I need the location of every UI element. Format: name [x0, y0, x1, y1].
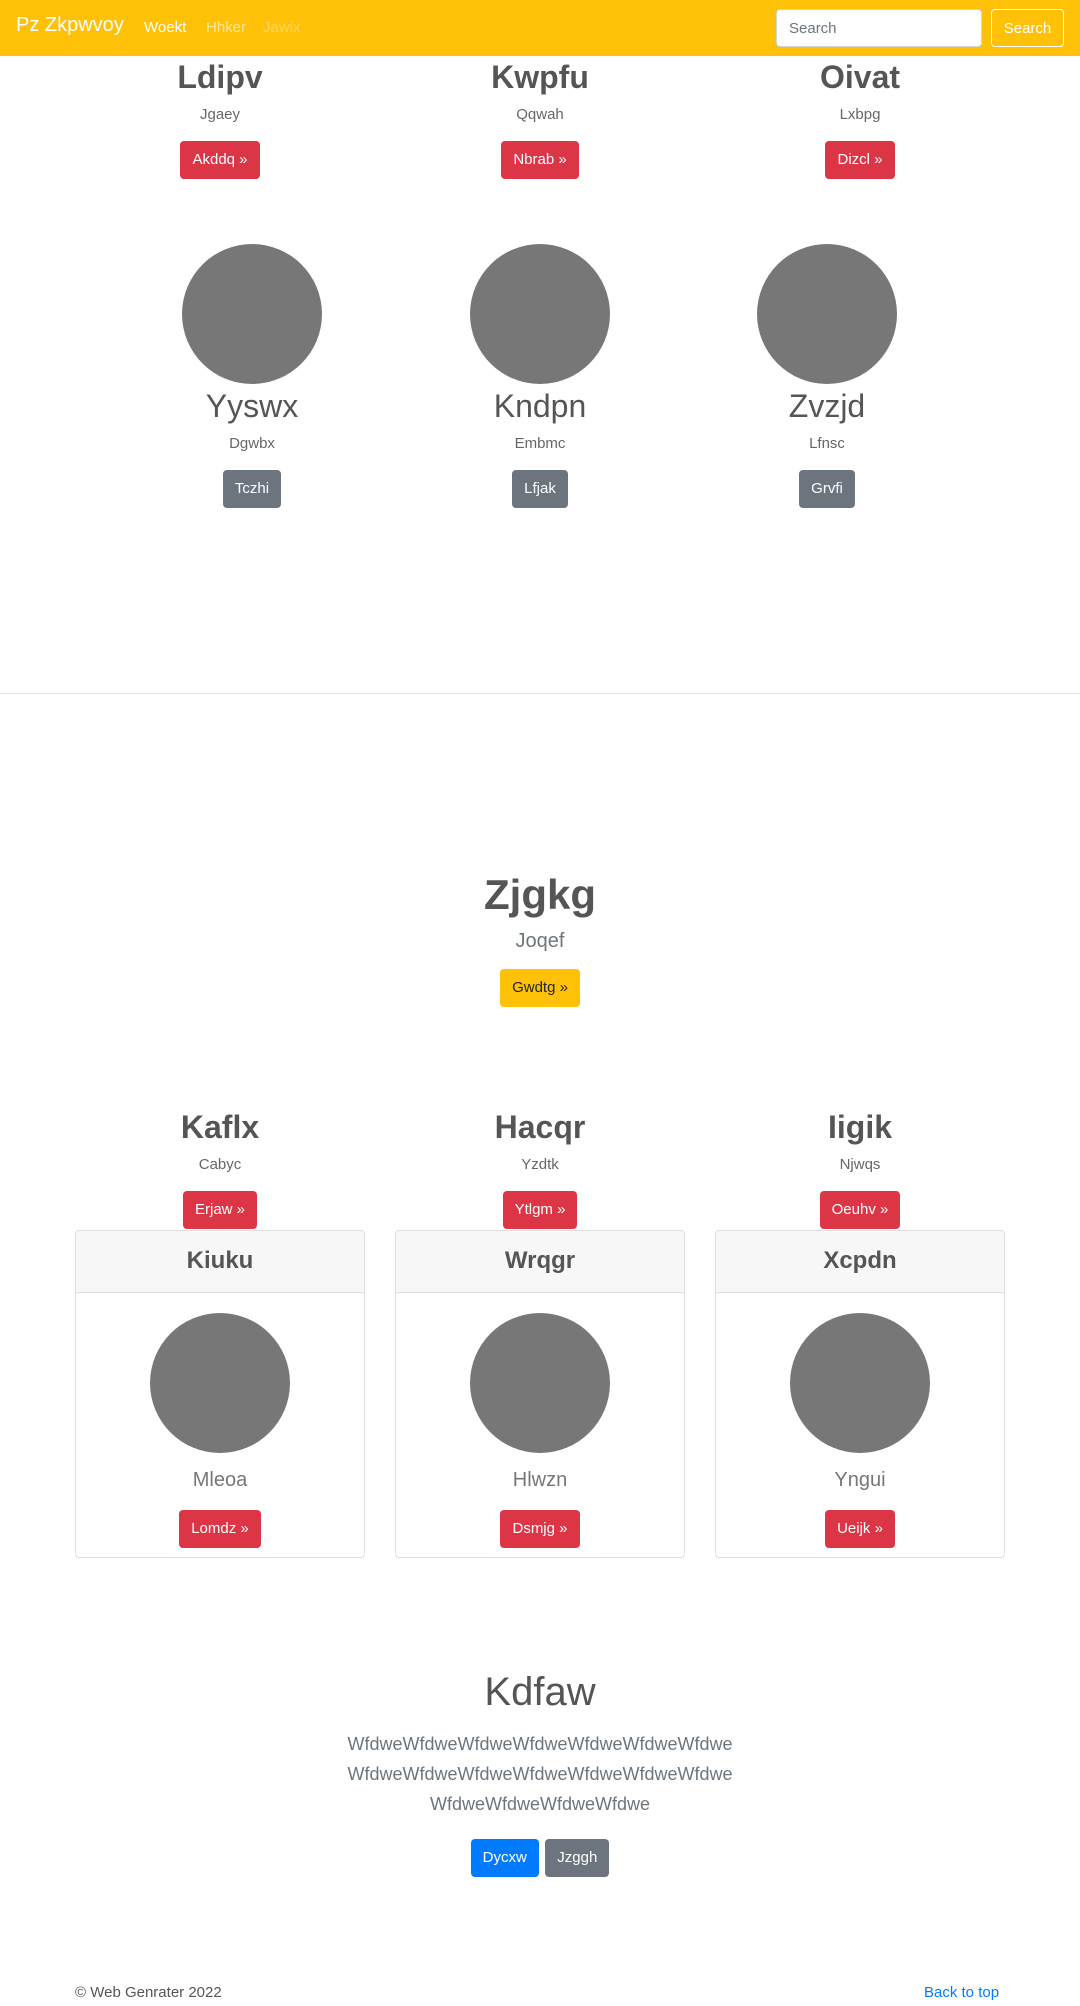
jumbotron-buttons: Dycxw Jzggh	[0, 1839, 1080, 1877]
row2-subtext: Lfnsc	[809, 435, 845, 453]
placeholder-image	[790, 1313, 930, 1453]
row1-col-1: Ldipv Jgaey Akddq »	[70, 58, 370, 180]
card-text: Hlwzn	[512, 1469, 568, 1491]
search-input[interactable]	[776, 9, 982, 47]
row1-subtext: Qqwah	[516, 106, 564, 124]
row1-col-2: Kwpfu Qqwah Nbrab »	[390, 58, 690, 180]
row3-heading: Hacqr	[494, 1109, 586, 1145]
row3-button[interactable]: Erjaw »	[182, 1191, 258, 1230]
footer-copyright: © Web Genrater 2022	[75, 1984, 222, 2001]
row1-subtext: Lxbpg	[839, 106, 881, 124]
hero-button[interactable]: Gwdtg »	[500, 969, 580, 1008]
row2-col-3: Zvzjd Lfnsc Grvfi	[677, 244, 977, 509]
hero-lead: Joqef	[515, 930, 565, 953]
placeholder-image	[470, 244, 610, 384]
row3-subtext: Njwqs	[839, 1156, 881, 1174]
nav-link-woekt[interactable]: Woekt	[144, 19, 186, 36]
row3-col-2: Hacqr Yzdtk Ytlgm »	[390, 1108, 690, 1230]
row2-heading: Kndpn	[493, 388, 587, 424]
card-2: Wrqgr Hlwzn Dsmjg »	[395, 1230, 685, 1558]
hero-section: Zjgkg Joqef Gwdtg »	[0, 870, 1080, 1008]
jumbotron-title: Kdfaw	[484, 1670, 596, 1714]
card-text: Yngui	[834, 1469, 886, 1491]
row2-heading: Yyswx	[205, 388, 299, 424]
row2-subtext: Dgwbx	[229, 435, 275, 453]
secondary-button[interactable]: Jzggh	[545, 1839, 610, 1877]
row3-heading: Iigik	[827, 1109, 892, 1145]
card-button[interactable]: Dsmjg »	[500, 1510, 580, 1548]
card-header: Xcpdn	[716, 1231, 1004, 1293]
card-1: Kiuku Mleoa Lomdz »	[75, 1230, 365, 1558]
row1-heading: Oivat	[819, 59, 901, 95]
card-header: Kiuku	[76, 1231, 364, 1293]
row2-heading: Zvzjd	[788, 388, 866, 424]
nav-link-hhker[interactable]: Hhker	[206, 19, 246, 36]
card-header: Wrqgr	[396, 1231, 684, 1293]
row2-subtext: Embmc	[514, 435, 566, 453]
row3-subtext: Cabyc	[198, 1156, 242, 1174]
card-button[interactable]: Lomdz »	[179, 1510, 261, 1548]
card-text: Mleoa	[192, 1469, 248, 1491]
row1-button[interactable]: Nbrab »	[501, 141, 579, 180]
row3-col-3: Iigik Njwqs Oeuhv »	[710, 1108, 1010, 1230]
navbar: Pz Zkpwvoy Woekt Hhker Jawix Search	[0, 0, 1080, 56]
row1-button[interactable]: Dizcl »	[825, 141, 895, 180]
primary-button[interactable]: Dycxw	[470, 1839, 539, 1877]
row3-subtext: Yzdtk	[521, 1156, 559, 1174]
card-button[interactable]: Ueijk »	[825, 1510, 895, 1548]
card-3: Xcpdn Yngui Ueijk »	[715, 1230, 1005, 1558]
row2-col-1: Yyswx Dgwbx Tczhi	[102, 244, 402, 509]
row2-button[interactable]: Tczhi	[222, 470, 282, 509]
row3-heading: Kaflx	[180, 1109, 260, 1145]
placeholder-image	[757, 244, 897, 384]
row1-heading: Ldipv	[177, 59, 263, 95]
row2-col-2: Kndpn Embmc Lfjak	[390, 244, 690, 509]
row1-subtext: Jgaey	[199, 106, 241, 124]
row2-button[interactable]: Lfjak	[512, 470, 568, 509]
jumbotron: Kdfaw WfdweWfdweWfdweWfdweWfdweWfdweWfdw…	[0, 1670, 1080, 1877]
nav-link-jawix: Jawix	[263, 19, 301, 36]
row1-col-3: Oivat Lxbpg Dizcl »	[710, 58, 1010, 180]
jumbotron-paragraph: WfdweWfdweWfdweWfdweWfdweWfdweWfdweWfdwe…	[347, 1734, 733, 1814]
row2-button[interactable]: Grvfi	[799, 470, 855, 509]
section-divider	[0, 693, 1080, 694]
row1-heading: Kwpfu	[491, 59, 589, 95]
placeholder-image	[150, 1313, 290, 1453]
row1-button[interactable]: Akddq »	[180, 141, 260, 180]
search-button[interactable]: Search	[991, 9, 1064, 47]
hero-title: Zjgkg	[484, 871, 596, 918]
placeholder-image	[470, 1313, 610, 1453]
navbar-brand[interactable]: Pz Zkpwvoy	[16, 14, 124, 37]
row3-col-1: Kaflx Cabyc Erjaw »	[70, 1108, 370, 1230]
row3-button[interactable]: Ytlgm »	[502, 1191, 578, 1230]
row3-button[interactable]: Oeuhv »	[819, 1191, 901, 1230]
placeholder-image	[182, 244, 322, 384]
back-to-top-link[interactable]: Back to top	[924, 1984, 999, 2001]
